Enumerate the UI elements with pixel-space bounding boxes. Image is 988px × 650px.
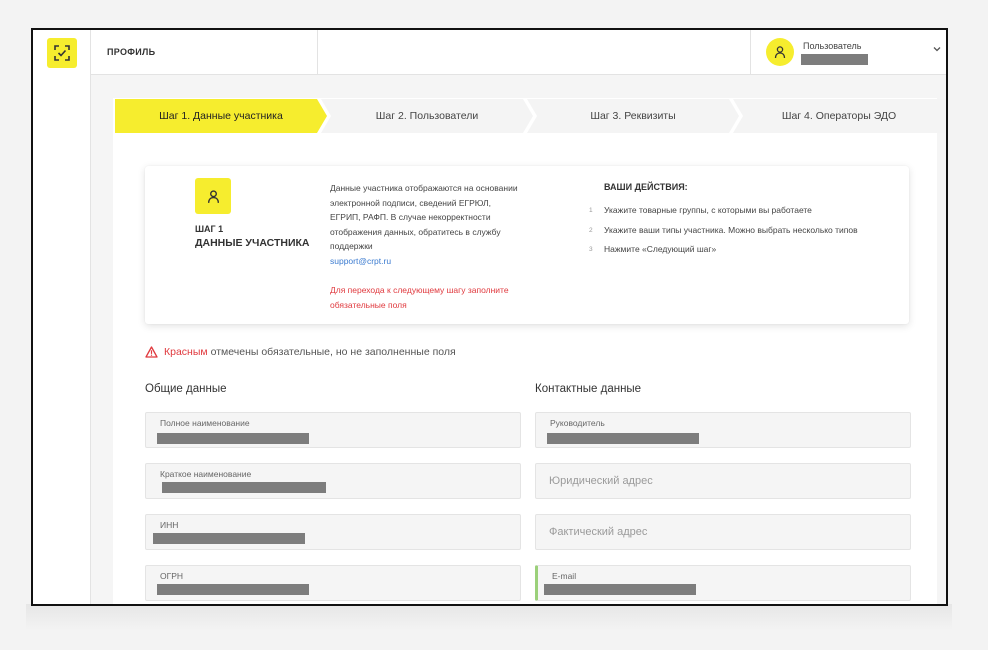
user-icon: [774, 46, 786, 59]
divider: [750, 30, 751, 75]
ogrn-label: ОГРН: [160, 571, 184, 581]
step-3-tab[interactable]: Шаг 3. Реквизиты: [527, 99, 739, 133]
stepper: Шаг 1. Данные участника Шаг 2. Пользоват…: [115, 99, 945, 133]
general-data-title: Общие данные: [145, 383, 227, 395]
step-3-label: Шаг 3. Реквизиты: [590, 110, 676, 122]
inn-field[interactable]: ИНН: [145, 514, 521, 550]
full-name-label: Полное наименование: [160, 418, 250, 428]
short-name-field[interactable]: Краткое наименование: [145, 463, 521, 499]
legal-address-input[interactable]: [549, 464, 889, 498]
list-item: 1 Укажите товарные группы, с которыми вы…: [589, 203, 889, 218]
page-title: ПРОФИЛЬ: [107, 47, 156, 57]
warning-icon: [145, 346, 158, 358]
user-icon: [207, 189, 219, 203]
info-text-block: Данные участника отображаются на основан…: [330, 181, 520, 268]
step-info-card: ШАГ 1 ДАННЫЕ УЧАСТНИКА Данные участника …: [145, 166, 909, 324]
actions-list: 1 Укажите товарные группы, с которыми вы…: [589, 203, 889, 262]
list-item-text: Нажмите «Следующий шаг»: [604, 244, 717, 254]
head-label: Руководитель: [550, 418, 605, 428]
step-1-label: Шаг 1. Данные участника: [159, 110, 283, 122]
user-role-label: Пользователь: [803, 41, 862, 51]
email-field[interactable]: E-mail: [535, 565, 911, 601]
list-item: 3 Нажмите «Следующий шаг»: [589, 242, 889, 257]
step-1-tab[interactable]: Шаг 1. Данные участника: [115, 99, 327, 133]
list-item-number: 1: [589, 207, 593, 214]
list-item-number: 2: [589, 226, 593, 234]
app-window: ПРОФИЛЬ Пользователь Шаг 1. Данные участ…: [31, 28, 948, 606]
required-fields-notice: Красным отмечены обязательные, но не зап…: [145, 346, 456, 358]
notice-red-word: Красным: [164, 346, 208, 358]
step-4-label: Шаг 4. Операторы ЭДО: [781, 110, 897, 122]
support-email-link[interactable]: support@crpt.ru: [330, 256, 391, 266]
email-label: E-mail: [552, 571, 577, 581]
info-text: Данные участника отображаются на основан…: [330, 183, 518, 251]
step-title: ДАННЫЕ УЧАСТНИКА: [195, 237, 310, 249]
step-2-label: Шаг 2. Пользователи: [375, 110, 479, 122]
scan-check-icon: [54, 45, 70, 61]
chevron-down-icon[interactable]: [932, 44, 942, 54]
short-name-label: Краткое наименование: [160, 469, 252, 479]
divider: [317, 30, 318, 75]
frame-shadow: [26, 604, 952, 630]
user-name-redacted: [801, 54, 868, 65]
next-step-warning: Для перехода к следующему шагу заполните…: [330, 285, 509, 310]
email-value-redacted: [544, 584, 696, 595]
contact-data-title: Контактные данные: [535, 383, 642, 395]
head-field[interactable]: Руководитель: [535, 412, 911, 448]
sidebar: [33, 30, 91, 604]
inn-value-redacted: [153, 533, 305, 544]
ogrn-field[interactable]: ОГРН: [145, 565, 521, 601]
notice-text: отмечены обязательные, но не заполненные…: [210, 346, 456, 358]
top-bar: ПРОФИЛЬ Пользователь: [91, 30, 946, 75]
step-4-tab[interactable]: Шаг 4. Операторы ЭДО: [733, 99, 945, 133]
list-item-text: Укажите товарные группы, с которыми вы р…: [604, 205, 812, 215]
card-avatar: [195, 178, 231, 214]
ogrn-value-redacted: [157, 584, 309, 595]
list-item-number: 3: [589, 246, 593, 253]
actual-address-input[interactable]: [549, 515, 889, 549]
full-name-field[interactable]: Полное наименование: [145, 412, 521, 448]
legal-address-field[interactable]: [535, 463, 911, 499]
inn-label: ИНН: [160, 520, 179, 530]
logo[interactable]: [47, 38, 77, 68]
list-item-text: Укажите ваши типы участника. Можно выбра…: [604, 224, 858, 235]
actions-title: ВАШИ ДЕЙСТВИЯ:: [604, 182, 688, 192]
avatar[interactable]: [766, 38, 794, 66]
list-item: 2 Укажите ваши типы участника. Можно выб…: [589, 223, 889, 238]
actual-address-field[interactable]: [535, 514, 911, 550]
step-number: ШАГ 1: [195, 224, 224, 234]
head-value-redacted: [547, 433, 699, 444]
full-name-value-redacted: [157, 433, 309, 444]
short-name-value-redacted: [162, 482, 326, 493]
step-2-tab[interactable]: Шаг 2. Пользователи: [321, 99, 533, 133]
